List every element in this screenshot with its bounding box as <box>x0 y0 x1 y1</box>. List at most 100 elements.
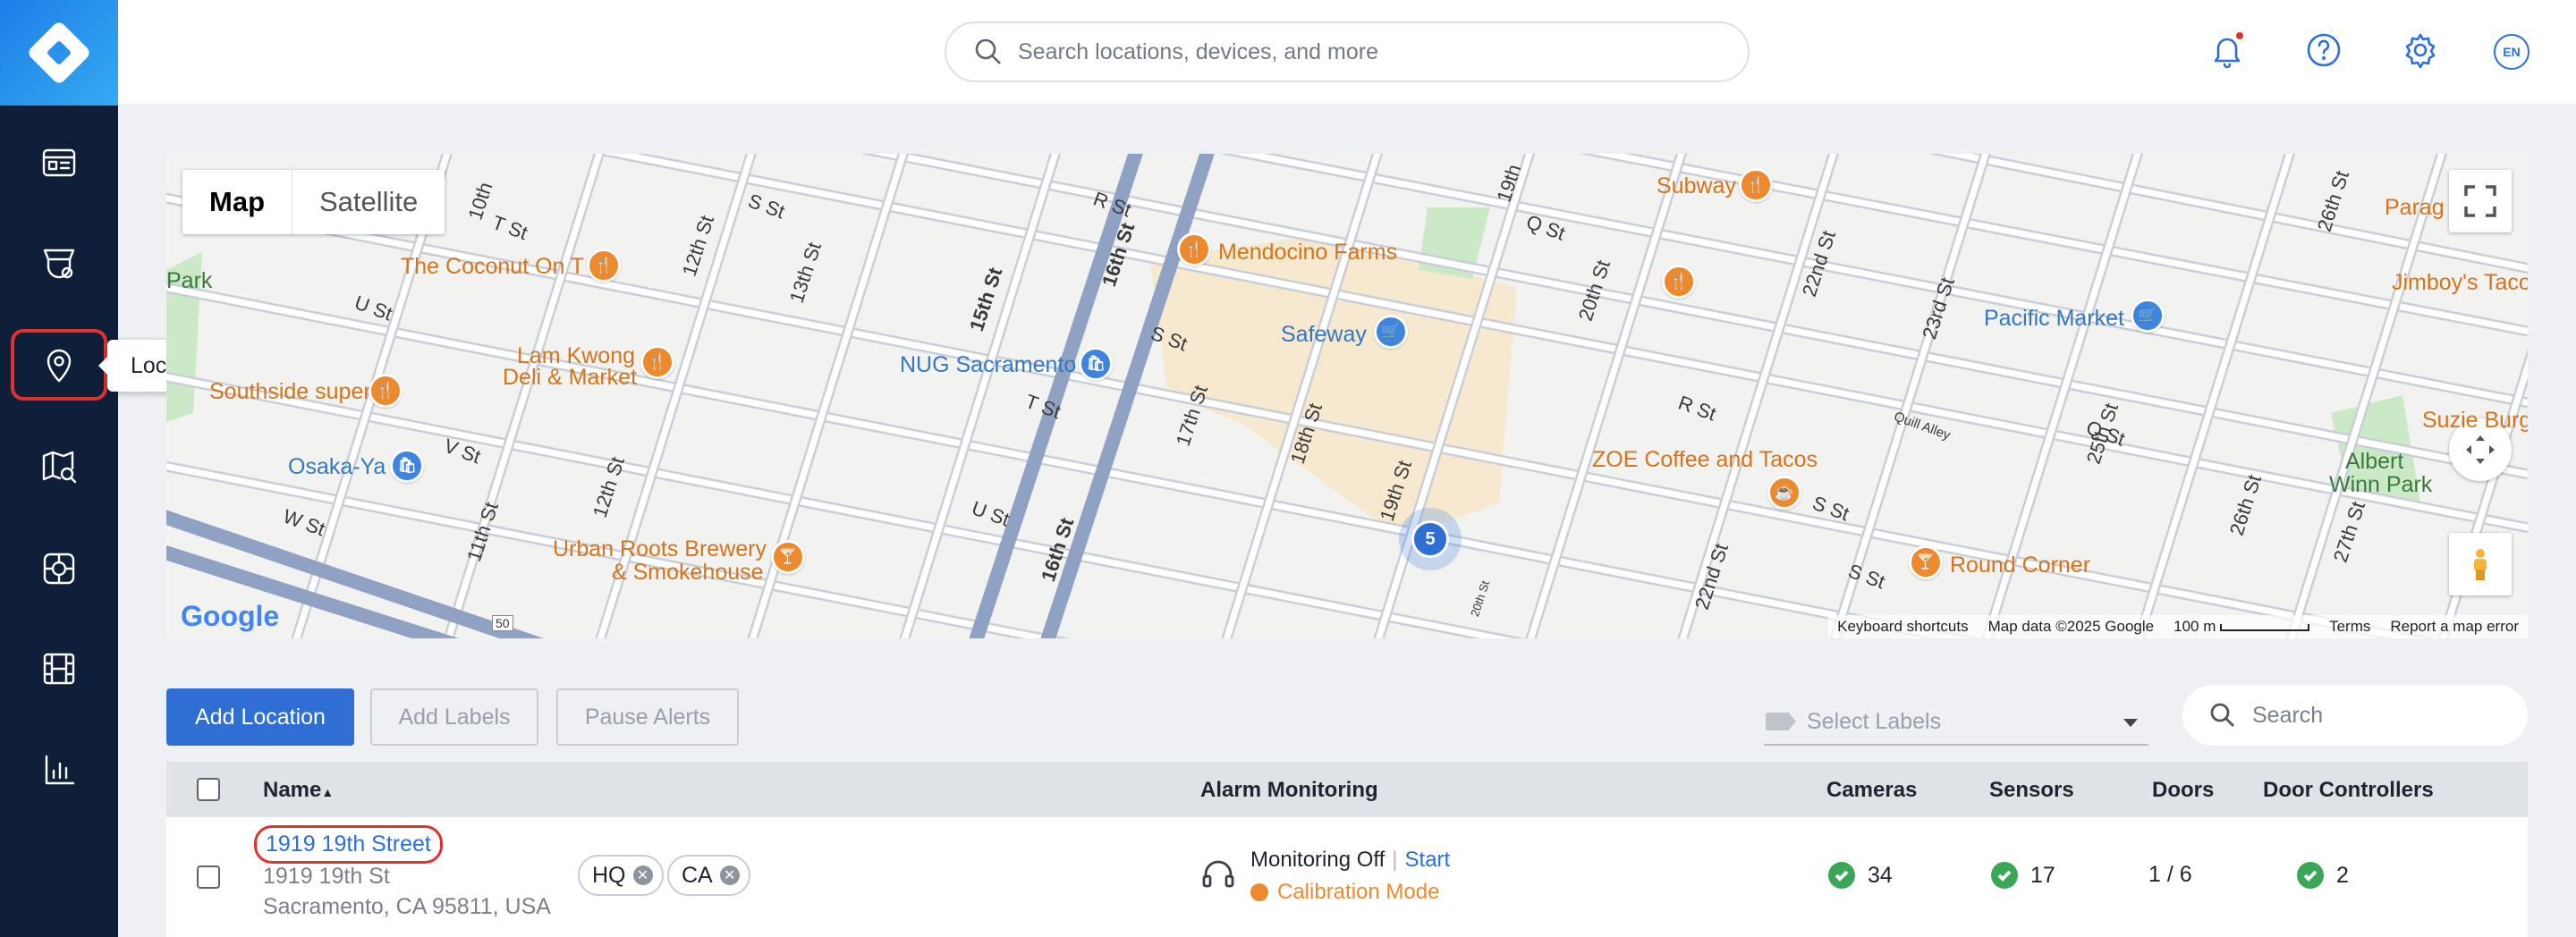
devices-icon <box>43 249 75 279</box>
google-logo-text: Google <box>181 600 280 632</box>
add-location-button[interactable]: Add Location <box>166 688 354 746</box>
check-circle-icon <box>1991 862 2018 889</box>
settings-button[interactable] <box>2401 30 2440 70</box>
monitoring-status-text: Monitoring Off <box>1250 848 1385 872</box>
poi-label[interactable]: ZOE Coffee and Tacos <box>1592 447 1818 473</box>
poi-label[interactable]: Jimboy's Taco <box>2392 270 2528 296</box>
device-management-icon <box>43 553 75 585</box>
add-labels-button[interactable]: Add Labels <box>370 688 538 746</box>
highway-shield: 50 <box>492 615 513 631</box>
restaurant-pin-icon[interactable]: 🍴 <box>1177 232 1211 266</box>
app-logo[interactable] <box>0 0 118 106</box>
location-name-link[interactable]: 1919 19th Street <box>254 825 443 864</box>
table-header: Name▲ Alarm Monitoring Cameras Sensors D… <box>166 762 2528 817</box>
sidebar-item-map-search[interactable] <box>0 417 118 517</box>
map-scale: 100 m <box>2174 618 2310 636</box>
poi-label[interactable]: Pacific Market <box>1984 306 2124 332</box>
restaurant-pin-icon[interactable]: 🍴 <box>1739 168 1773 202</box>
poi-label[interactable]: Deli & Market <box>503 365 637 391</box>
label-chip-hq[interactable]: HQ ✕ <box>578 855 664 896</box>
sidebar-item-device-management[interactable] <box>0 519 118 619</box>
pause-alerts-button[interactable]: Pause Alerts <box>556 688 739 746</box>
pegman-icon <box>2474 549 2487 580</box>
table-row[interactable]: 1919 19th Street 1919 19th St Sacramento… <box>166 817 2528 937</box>
headset-icon <box>1200 857 1236 897</box>
column-name-label: Name <box>263 778 322 802</box>
poi-label[interactable]: The Coconut On T <box>401 254 584 280</box>
poi-label[interactable]: Urban Roots Brewery <box>553 536 767 562</box>
map-footer: Keyboard shortcuts Map data ©2025 Google… <box>1828 615 2528 638</box>
locations-map[interactable]: Map Satellite The Coconut On T 🍴 Lam Kwo… <box>166 154 2528 638</box>
poi-label[interactable]: Parag <box>2385 195 2445 221</box>
notifications-button[interactable] <box>2207 30 2247 70</box>
select-all-checkbox[interactable] <box>197 778 220 801</box>
video-library-icon <box>43 653 75 685</box>
sidebar-item-analytics[interactable] <box>0 721 118 821</box>
location-search[interactable] <box>2182 685 2528 746</box>
map-type-map[interactable]: Map <box>182 170 292 234</box>
start-monitoring-link[interactable]: Start <box>1405 848 1451 872</box>
monitoring-status: Monitoring Off | Start <box>1250 848 1450 873</box>
park-label: Park <box>166 268 213 293</box>
location-address-line2: Sacramento, CA 95811, USA <box>263 894 551 919</box>
sidebar-item-dashboard[interactable] <box>0 113 118 213</box>
help-button[interactable] <box>2304 30 2343 70</box>
row-checkbox[interactable] <box>197 865 220 889</box>
poi-label[interactable]: & Smokehouse <box>612 560 764 586</box>
poi-label[interactable]: Safeway <box>1281 322 1367 348</box>
park-label: Albert <box>2345 449 2404 474</box>
remove-label-icon[interactable]: ✕ <box>632 865 653 885</box>
location-cluster-marker[interactable]: 5 <box>1399 508 1462 570</box>
report-error-link[interactable]: Report a map error <box>2390 618 2519 636</box>
terms-link[interactable]: Terms <box>2329 618 2370 636</box>
fullscreen-button[interactable] <box>2449 170 2512 232</box>
poi-label[interactable]: Southside super <box>209 379 371 405</box>
sidebar-item-devices[interactable] <box>0 213 118 313</box>
search-icon <box>975 38 1001 64</box>
coffee-pin-icon[interactable]: ☕ <box>1767 476 1801 510</box>
bar-pin-icon[interactable]: 🍸 <box>1909 545 1943 579</box>
select-labels-dropdown[interactable]: Select Labels <box>1764 699 2148 746</box>
restaurant-pin-icon[interactable]: 🍴 <box>587 249 621 283</box>
poi-label[interactable]: NUG Sacramento <box>900 352 1076 378</box>
analytics-icon <box>45 755 75 785</box>
restaurant-pin-icon[interactable]: 🍴 <box>640 345 674 379</box>
poi-label[interactable]: Round Corner <box>1950 553 2090 578</box>
location-search-input[interactable] <box>2252 702 2503 729</box>
cluster-count: 5 <box>1411 520 1449 558</box>
poi-label[interactable]: Osaka-Ya <box>288 454 386 480</box>
global-search-input[interactable] <box>1018 38 1716 65</box>
map-scale-label: 100 m <box>2174 618 2216 635</box>
restaurant-pin-icon[interactable]: 🍴 <box>1662 265 1696 299</box>
language-button[interactable]: EN <box>2494 34 2529 70</box>
monitoring-separator: | <box>1392 848 1398 872</box>
search-icon <box>2210 703 2234 727</box>
column-alarm-monitoring: Alarm Monitoring <box>1200 778 1378 802</box>
poi-label[interactable]: Subway <box>1657 173 1736 199</box>
global-search[interactable] <box>945 21 1750 82</box>
column-name[interactable]: Name▲ <box>263 778 334 803</box>
map-data-attribution: Map data ©2025 Google <box>1987 618 2155 635</box>
calibration-dot-icon <box>1250 883 1268 901</box>
street-view-pegman[interactable] <box>2449 533 2512 595</box>
sort-asc-icon: ▲ <box>321 785 335 799</box>
restaurant-pin-icon[interactable]: 🍴 <box>369 374 402 408</box>
poi-label[interactable]: Suzie Burg <box>2422 408 2528 434</box>
keyboard-shortcuts-link[interactable]: Keyboard shortcuts <box>1837 618 1968 636</box>
store-pin-icon[interactable]: 🛍 <box>390 449 424 483</box>
map-search-icon <box>42 451 77 484</box>
bar-pin-icon[interactable]: 🍸 <box>771 540 805 574</box>
top-bar: EN <box>118 0 2576 106</box>
label-chip-ca[interactable]: CA ✕ <box>667 855 750 896</box>
column-cameras: Cameras <box>1826 778 1918 802</box>
cart-pin-icon[interactable]: 🛒 <box>2131 299 2165 333</box>
store-pin-icon[interactable]: 🛍 <box>1079 347 1113 381</box>
map-type-satellite[interactable]: Satellite <box>292 170 445 234</box>
remove-label-icon[interactable]: ✕ <box>719 865 740 885</box>
cameras-value: 34 <box>1868 862 1893 888</box>
poi-label[interactable]: Mendocino Farms <box>1218 240 1397 266</box>
sidebar-item-video-library[interactable] <box>0 619 118 719</box>
label-chip-text: CA <box>682 862 713 888</box>
fullscreen-icon <box>2464 185 2496 217</box>
cart-pin-icon[interactable]: 🛒 <box>1374 315 1408 349</box>
